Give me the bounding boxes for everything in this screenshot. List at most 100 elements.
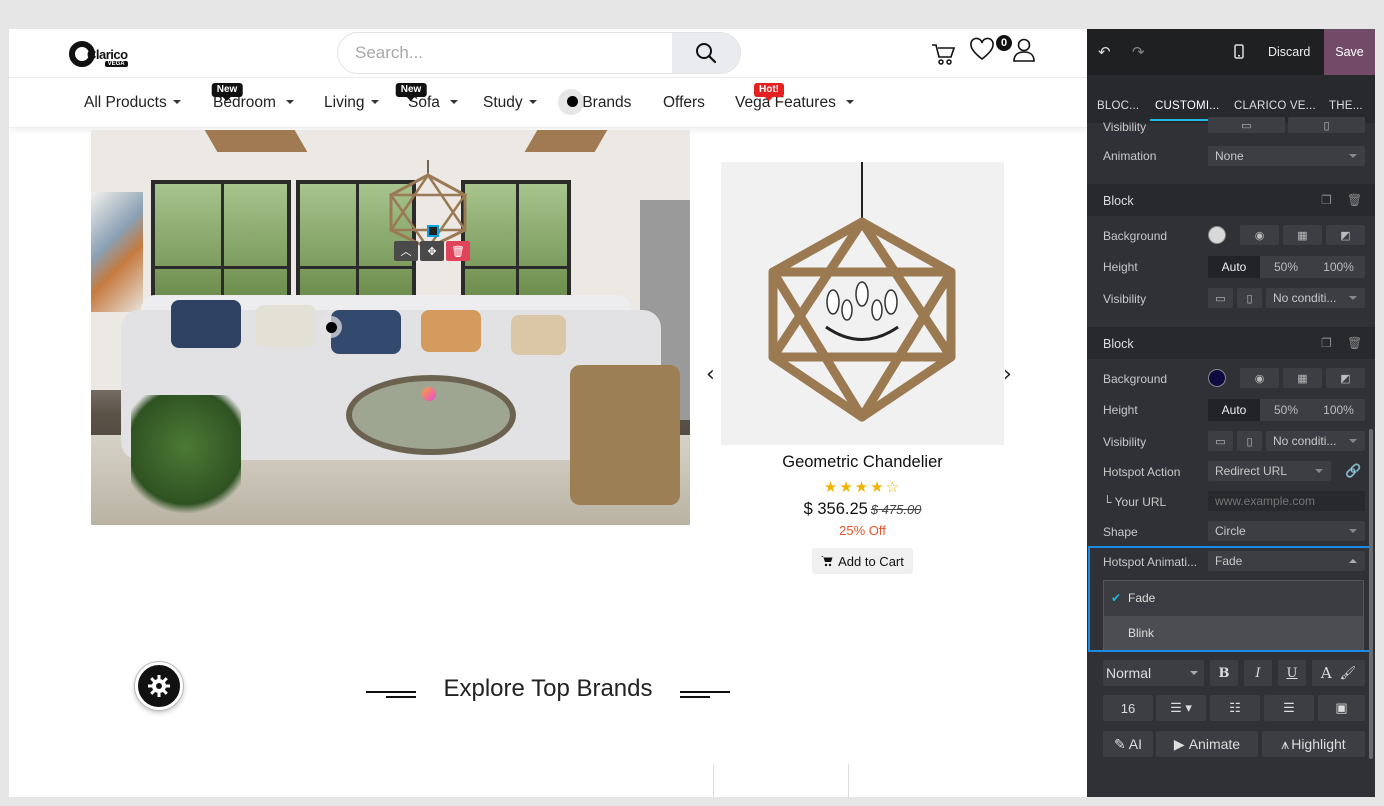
nav-vega-features[interactable]: Hot! Vega Features <box>735 83 854 112</box>
italic-button[interactable]: I <box>1244 660 1272 686</box>
link-icon[interactable]: 🔗 <box>1345 463 1361 479</box>
height-auto[interactable]: Auto <box>1208 399 1260 421</box>
align-left-icon: ☰ ▾ <box>1170 700 1192 715</box>
align-select[interactable]: ☰ ▾ <box>1156 695 1206 721</box>
move-icon: ✥ <box>427 244 437 258</box>
search-input[interactable] <box>338 33 672 73</box>
hotspot-animation-select[interactable]: Fade <box>1208 551 1365 571</box>
wall-art <box>91 192 143 312</box>
nav-offers[interactable]: Offers <box>663 94 705 112</box>
chandelier-image-icon <box>768 162 956 422</box>
undo-icon[interactable]: ↶ <box>1098 43 1111 61</box>
add-to-cart-button[interactable]: Add to Cart <box>812 548 913 574</box>
product-image[interactable] <box>721 162 1004 445</box>
background-color-swatch[interactable] <box>1208 226 1226 244</box>
hide-mobile-button[interactable]: ▯ <box>1288 117 1365 133</box>
site-logo[interactable]: Clarico VEGA <box>69 39 128 69</box>
height-100[interactable]: 100% <box>1312 256 1365 278</box>
drag-handle[interactable]: ✥ <box>420 241 444 261</box>
list-ul-icon: ☷ <box>1229 700 1241 715</box>
wishlist-button[interactable]: 0 <box>969 35 1012 67</box>
text-style-select[interactable]: Normal <box>1103 660 1204 686</box>
carousel-next[interactable]: › <box>1003 362 1012 387</box>
image-icon: ◩ <box>1340 372 1351 385</box>
bg-shape-button[interactable]: ◩ <box>1326 368 1365 388</box>
hotspot-action-select[interactable]: Redirect URL <box>1208 461 1331 481</box>
ai-button[interactable]: ✎ AI <box>1103 731 1153 757</box>
settings-button[interactable] <box>135 662 183 710</box>
tab-clarico-vega[interactable]: CLARICO VE... <box>1234 100 1316 112</box>
visibility-label: Visibility <box>1103 435 1147 449</box>
search-button[interactable] <box>672 33 740 73</box>
visibility-condition-select[interactable]: No conditi... <box>1266 431 1365 451</box>
account-button[interactable] <box>1012 37 1036 67</box>
nav-brands[interactable]: Brands <box>558 89 631 115</box>
tab-blocks[interactable]: BLOC... <box>1097 100 1139 112</box>
tab-customize[interactable]: CUSTOMI... <box>1155 100 1219 112</box>
shape-select[interactable]: Circle <box>1208 521 1365 541</box>
bg-shape-button[interactable]: ◩ <box>1326 225 1365 245</box>
highlight-button[interactable]: ⩚ Highlight <box>1262 731 1365 757</box>
caret-down-icon <box>1190 671 1198 675</box>
nav-living[interactable]: Living <box>324 94 379 112</box>
height-auto[interactable]: Auto <box>1208 256 1260 278</box>
plant <box>131 395 241 525</box>
height-50[interactable]: 50% <box>1260 399 1312 421</box>
hotspot-selected[interactable] <box>427 225 439 237</box>
discard-button[interactable]: Discard <box>1268 45 1310 59</box>
bg-video-button[interactable]: ▦ <box>1283 368 1322 388</box>
hide-mobile-button[interactable]: ▯ <box>1237 288 1262 308</box>
hide-desktop-button[interactable]: ▭ <box>1208 431 1233 451</box>
background-color-swatch[interactable] <box>1208 369 1226 387</box>
duplicate-icon[interactable]: ❐ <box>1321 193 1332 207</box>
move-up-button[interactable]: ︿ <box>394 241 418 261</box>
visibility-label: Visibility <box>1103 292 1147 306</box>
font-color-icon[interactable]: A <box>1321 664 1332 682</box>
hotspot-marker-gradient[interactable] <box>422 387 436 401</box>
animation-option-fade[interactable]: ✔ Fade <box>1104 581 1363 615</box>
nav-bedroom[interactable]: New Bedroom <box>211 83 294 112</box>
trash-icon[interactable]: 🗑 <box>1347 193 1362 207</box>
height-50[interactable]: 50% <box>1260 256 1312 278</box>
bg-video-button[interactable]: ▦ <box>1283 225 1322 245</box>
product-name[interactable]: Geometric Chandelier <box>721 453 1004 472</box>
hotspot-image[interactable]: ︿ ✥ 🗑 <box>91 130 690 525</box>
trash-icon[interactable]: 🗑 <box>1347 336 1362 350</box>
hide-mobile-button[interactable]: ▯ <box>1237 431 1262 451</box>
hide-desktop-button[interactable]: ▭ <box>1208 117 1285 133</box>
nav-study[interactable]: Study <box>483 94 537 112</box>
panel-scrollbar[interactable] <box>1369 429 1373 759</box>
brush-icon[interactable]: 🖌 <box>1340 665 1357 681</box>
nav-sofa[interactable]: New Sofa <box>395 83 458 112</box>
carousel-prev[interactable]: ‹ <box>706 362 715 387</box>
animation-option-blink[interactable]: Blink <box>1104 616 1363 650</box>
bullet-list-button[interactable]: ☷ <box>1210 695 1260 721</box>
desktop-off-icon: ▭ <box>1215 435 1226 448</box>
camera-icon: ◉ <box>1254 372 1265 385</box>
save-button[interactable]: Save <box>1324 29 1375 75</box>
redo-icon[interactable]: ↷ <box>1132 43 1145 61</box>
height-100[interactable]: 100% <box>1312 399 1365 421</box>
visibility-label: Visibility <box>1103 120 1147 134</box>
animation-select[interactable]: None <box>1208 146 1365 166</box>
bg-image-button[interactable]: ◉ <box>1240 225 1279 245</box>
font-size-input[interactable]: 16 <box>1103 695 1153 721</box>
hide-desktop-button[interactable]: ▭ <box>1208 288 1233 308</box>
duplicate-icon[interactable]: ❐ <box>1321 336 1332 350</box>
nav-all-products[interactable]: All Products <box>84 94 181 112</box>
visibility-condition-select[interactable]: No conditi... <box>1266 288 1365 308</box>
bold-button[interactable]: B <box>1210 660 1238 686</box>
delete-hotspot-button[interactable]: 🗑 <box>446 241 470 261</box>
color-tools: A 🖌 <box>1312 660 1365 686</box>
list-ol-icon: ☰ <box>1283 700 1295 715</box>
underline-button[interactable]: U <box>1278 660 1306 686</box>
hotspot-marker[interactable] <box>320 316 342 338</box>
cart-button[interactable] <box>930 41 956 71</box>
tab-theme[interactable]: THE... <box>1329 100 1363 112</box>
mobile-preview-icon[interactable] <box>1234 44 1244 63</box>
bg-image-button[interactable]: ◉ <box>1240 368 1279 388</box>
url-input[interactable] <box>1208 491 1365 511</box>
numbered-list-button[interactable]: ☰ <box>1264 695 1314 721</box>
animate-button[interactable]: ▶ Animate <box>1156 731 1258 757</box>
insert-media-button[interactable]: ▣ <box>1318 695 1365 721</box>
